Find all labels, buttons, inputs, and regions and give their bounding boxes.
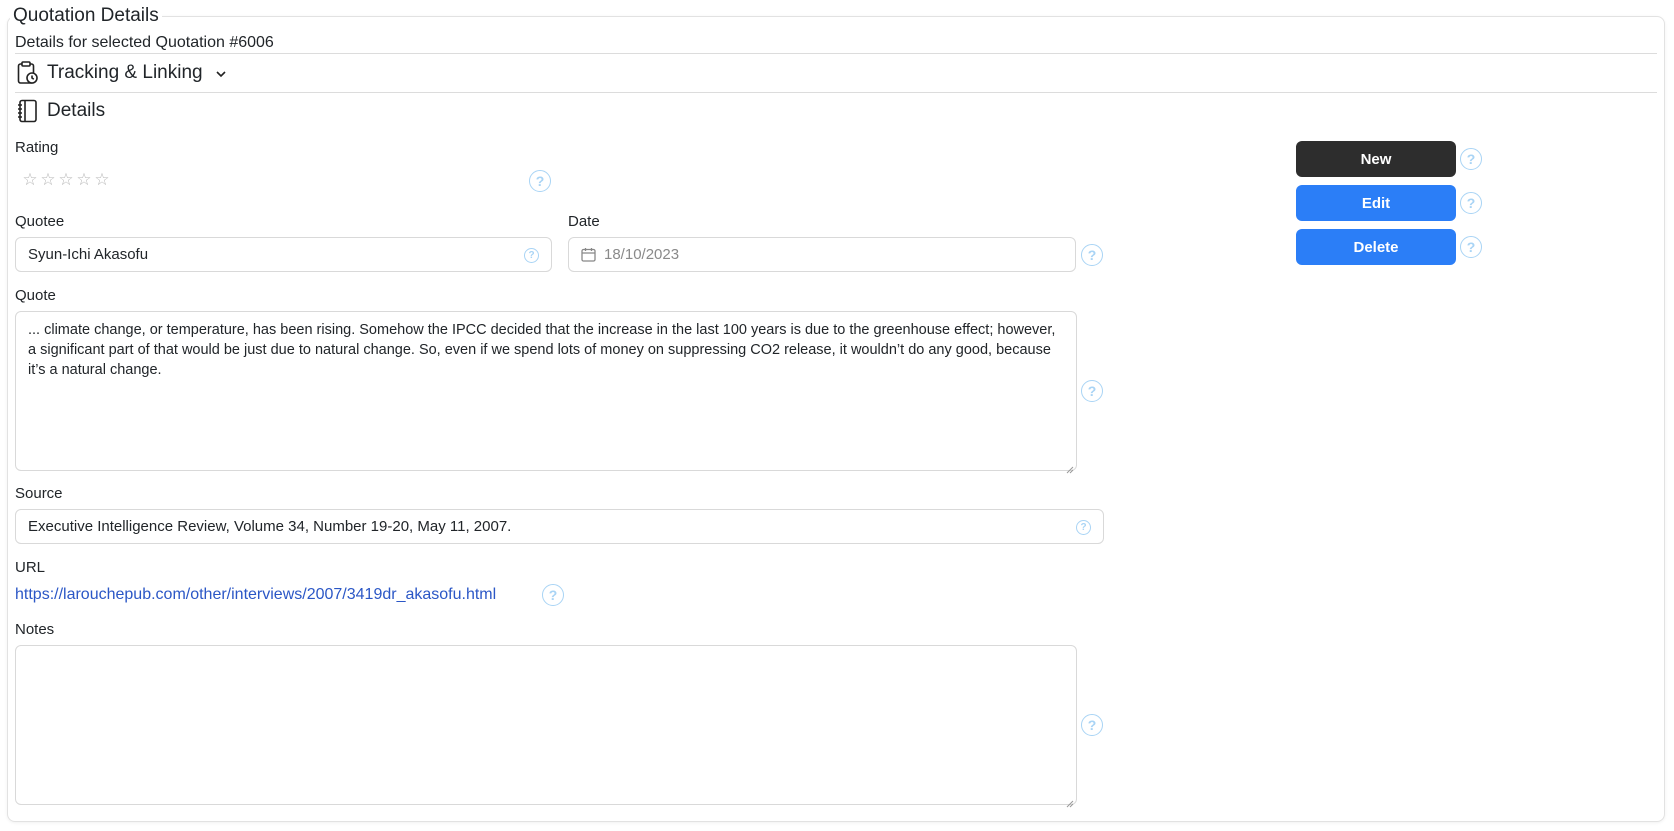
source-input[interactable]: Executive Intelligence Review, Volume 34…: [15, 509, 1104, 544]
rating-label: Rating: [15, 139, 59, 156]
star-icon[interactable]: ☆: [94, 171, 110, 189]
help-icon[interactable]: ?: [1081, 380, 1103, 402]
resize-handle-icon[interactable]: [1066, 794, 1074, 808]
details-header: Details: [15, 96, 105, 126]
help-icon[interactable]: ?: [1081, 244, 1103, 266]
details-title: Details: [47, 100, 106, 121]
source-value: Executive Intelligence Review, Volume 34…: [28, 518, 512, 535]
quotee-value: Syun-Ichi Akasofu: [28, 246, 149, 263]
quotee-label: Quotee: [15, 213, 65, 230]
notebook-icon: [17, 99, 39, 123]
help-icon[interactable]: ?: [529, 170, 551, 192]
star-icon[interactable]: ☆: [40, 171, 56, 189]
quote-textarea[interactable]: ... climate change, or temperature, has …: [15, 311, 1077, 474]
quote-value: ... climate change, or temperature, has …: [28, 322, 1056, 378]
tracking-linking-title: Tracking & Linking: [47, 62, 203, 83]
help-icon[interactable]: ?: [1460, 148, 1482, 170]
star-icon[interactable]: ☆: [22, 171, 38, 189]
resize-handle-icon[interactable]: [1066, 460, 1074, 474]
help-icon[interactable]: ?: [1081, 714, 1103, 736]
star-icon[interactable]: ☆: [76, 171, 92, 189]
rating-stars[interactable]: ☆ ☆ ☆ ☆ ☆: [22, 171, 110, 189]
help-icon[interactable]: ?: [1460, 192, 1482, 214]
help-icon[interactable]: ?: [1460, 236, 1482, 258]
date-value: 18/10/2023: [604, 246, 680, 263]
delete-button[interactable]: Delete: [1296, 229, 1456, 265]
source-label: Source: [15, 485, 63, 502]
tracking-linking-toggle[interactable]: Tracking & Linking: [15, 58, 245, 88]
divider: [15, 92, 1657, 93]
help-icon[interactable]: ?: [524, 248, 539, 263]
edit-button[interactable]: Edit: [1296, 185, 1456, 221]
url-label: URL: [15, 559, 46, 576]
notes-textarea[interactable]: [15, 645, 1077, 808]
clipboard-clock-icon: [17, 61, 39, 85]
date-input[interactable]: 18/10/2023: [568, 237, 1076, 272]
help-icon[interactable]: ?: [1076, 520, 1091, 535]
date-label: Date: [568, 213, 600, 230]
help-icon[interactable]: ?: [542, 584, 564, 606]
notes-label: Notes: [15, 621, 55, 638]
panel-legend: Quotation Details: [10, 4, 162, 28]
calendar-icon: [581, 247, 596, 262]
quotee-input[interactable]: Syun-Ichi Akasofu ?: [15, 237, 552, 272]
chevron-down-icon: [215, 67, 227, 79]
divider: [15, 53, 1657, 54]
url-link[interactable]: https://larouchepub.com/other/interviews…: [15, 585, 496, 605]
quote-label: Quote: [15, 287, 56, 304]
panel-subtitle: Details for selected Quotation #6006: [15, 34, 274, 51]
new-button[interactable]: New: [1296, 141, 1456, 177]
star-icon[interactable]: ☆: [58, 171, 74, 189]
